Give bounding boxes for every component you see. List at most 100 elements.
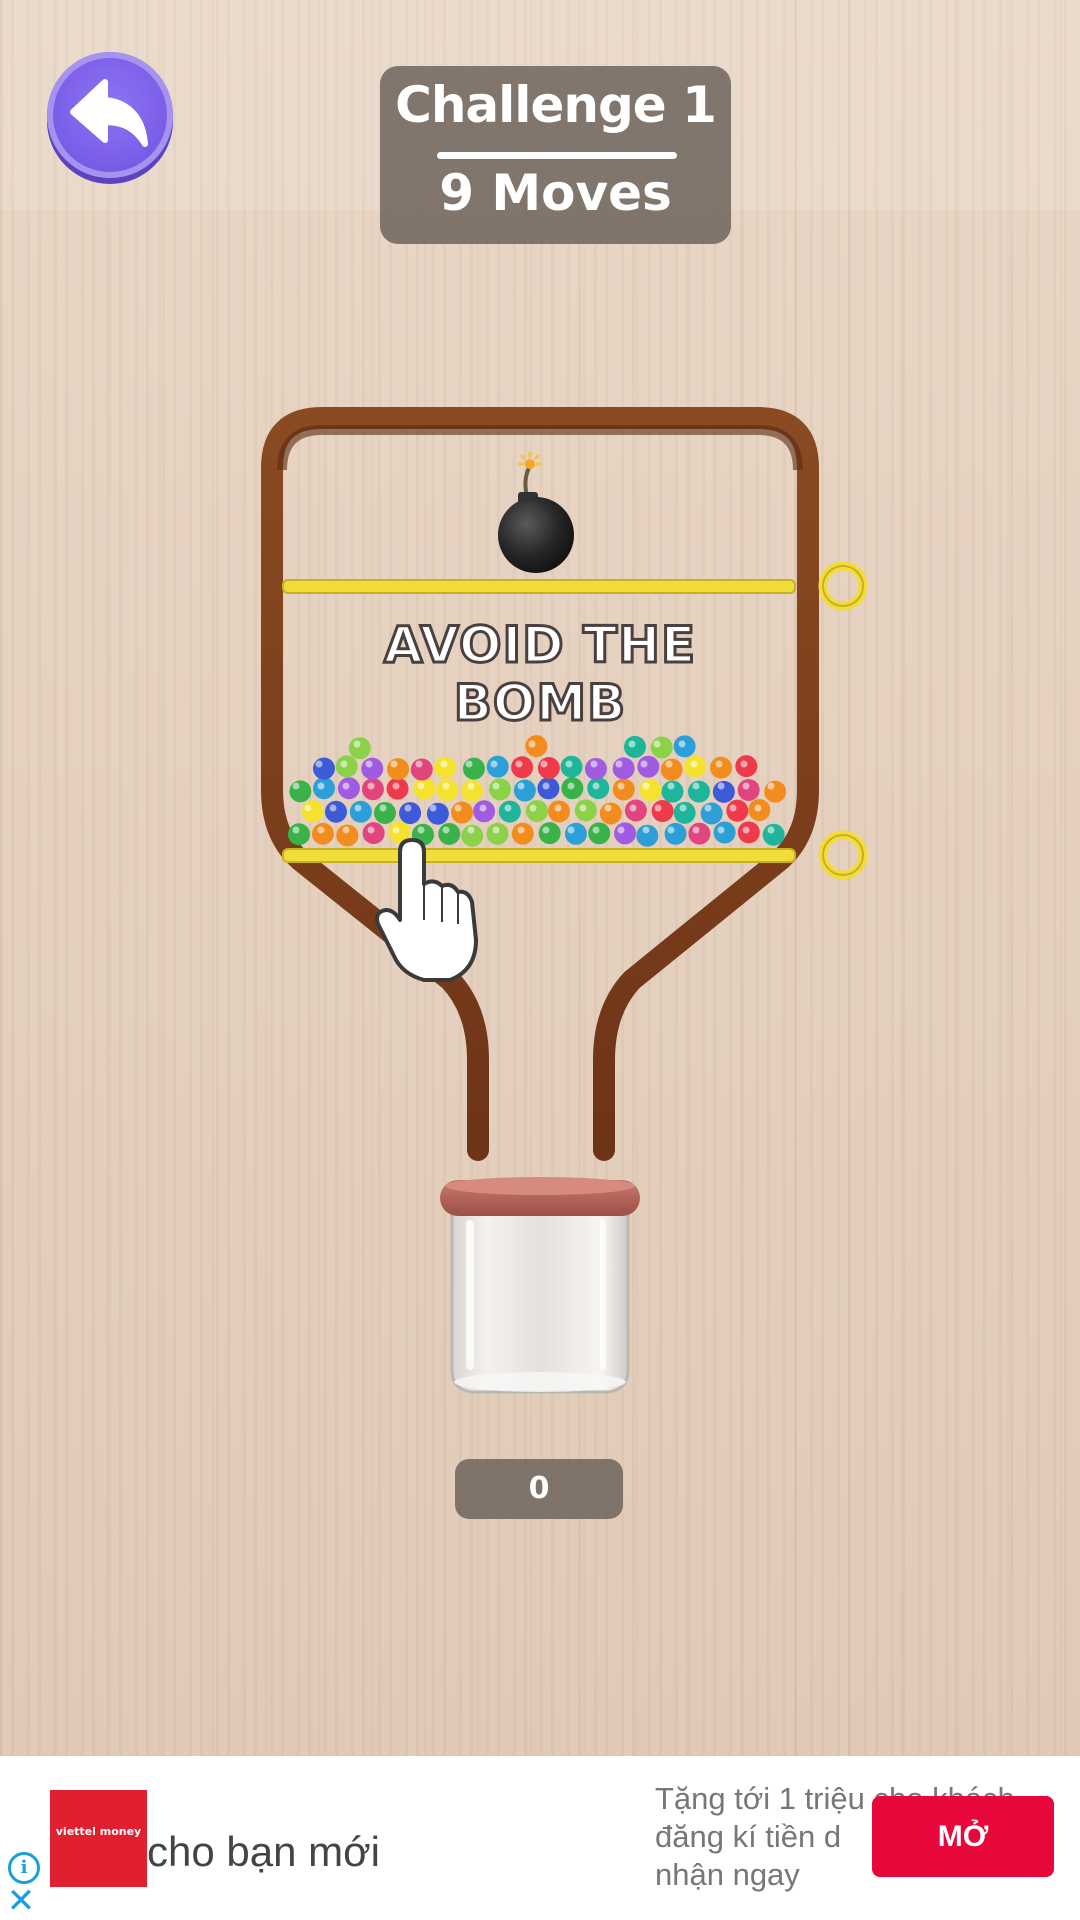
ball-highlight — [615, 760, 623, 768]
ball-highlight — [404, 804, 412, 812]
ball-highlight — [754, 804, 762, 812]
ball — [624, 799, 647, 822]
ball-highlight — [579, 804, 587, 812]
ball — [548, 800, 571, 823]
ball-highlight — [417, 782, 425, 790]
ball-highlight — [542, 782, 550, 790]
ball — [312, 757, 335, 780]
ball-highlight — [604, 804, 612, 812]
ball-highlight — [740, 760, 748, 768]
ball-highlight — [617, 782, 625, 790]
collection-jar — [440, 1177, 640, 1394]
ball — [511, 822, 534, 845]
ball-highlight — [628, 740, 636, 748]
ball-highlight — [442, 782, 450, 790]
ball-highlight — [517, 782, 525, 790]
ball-highlight — [329, 804, 337, 812]
ball-highlight — [454, 804, 462, 812]
ball — [537, 757, 560, 780]
ad-brand-logo: viettel money — [50, 1790, 147, 1887]
ball-highlight — [517, 826, 525, 834]
ball — [651, 800, 674, 823]
ball — [560, 755, 583, 778]
ball-highlight — [340, 760, 348, 768]
ball — [637, 755, 660, 778]
ball-highlight — [640, 760, 648, 768]
ball-highlight — [667, 826, 675, 834]
ball-highlight — [642, 826, 650, 834]
ball-highlight — [390, 760, 398, 768]
ball-highlight — [592, 826, 600, 834]
ball-highlight — [353, 740, 361, 748]
top-pin[interactable] — [282, 561, 868, 611]
ball — [348, 737, 371, 760]
ball-highlight — [354, 804, 362, 812]
ball — [639, 779, 662, 802]
ball — [450, 801, 473, 824]
ball — [612, 757, 635, 780]
ball — [511, 756, 534, 779]
ball-highlight — [629, 804, 637, 812]
ball-highlight — [415, 760, 423, 768]
ball-highlight — [304, 804, 312, 812]
ball — [700, 802, 723, 825]
ball — [599, 802, 622, 825]
ball — [538, 822, 561, 845]
ball-highlight — [490, 760, 498, 768]
ad-headline[interactable]: cho bạn mới — [147, 1828, 380, 1876]
ball-highlight — [392, 826, 400, 834]
ball — [361, 757, 384, 780]
ball — [498, 800, 521, 823]
ball — [650, 736, 673, 759]
ball — [710, 756, 733, 779]
ball — [525, 735, 548, 758]
ball — [713, 821, 736, 844]
hint-text: AVOID THE BOMB — [382, 615, 697, 734]
ball-highlight — [665, 760, 673, 768]
ball-highlight — [554, 804, 562, 812]
ad-open-button[interactable]: MỞ — [872, 1796, 1054, 1877]
ball — [289, 780, 312, 803]
ball — [525, 800, 548, 823]
ball-highlight — [542, 826, 550, 834]
ball-highlight — [567, 826, 575, 834]
ball — [623, 735, 646, 758]
ball — [337, 777, 360, 800]
ad-brand-logo-text: viettel money — [55, 1825, 142, 1838]
ball — [301, 800, 324, 823]
ball — [588, 822, 611, 845]
ball — [486, 755, 509, 778]
ball-highlight — [367, 826, 375, 834]
close-icon[interactable]: ✕ — [6, 1884, 36, 1918]
ball — [312, 777, 335, 800]
ball-highlight — [465, 760, 473, 768]
ball-highlight — [590, 760, 598, 768]
info-icon[interactable]: i — [8, 1852, 40, 1884]
ball-highlight — [342, 782, 350, 790]
ball — [434, 756, 457, 779]
ball — [438, 822, 461, 845]
ball — [335, 755, 358, 778]
ball — [410, 758, 433, 781]
ball-highlight — [692, 826, 700, 834]
ball-highlight — [317, 826, 325, 834]
ball-highlight — [365, 760, 373, 768]
ball-highlight — [479, 804, 487, 812]
ball-highlight — [315, 760, 323, 768]
ball-highlight — [429, 804, 437, 812]
ball-highlight — [667, 782, 675, 790]
ball-highlight — [653, 740, 661, 748]
ball — [349, 800, 372, 823]
ball-highlight — [367, 782, 375, 790]
ball — [564, 822, 587, 845]
ball-highlight — [565, 760, 573, 768]
bomb-icon — [498, 452, 574, 573]
ball-highlight — [654, 804, 662, 812]
ball-highlight — [467, 826, 475, 834]
ball — [574, 799, 597, 822]
ball — [387, 758, 410, 781]
ball-highlight — [392, 782, 400, 790]
ball-highlight — [529, 804, 537, 812]
ball-highlight — [467, 782, 475, 790]
ad-banner[interactable]: viettel money cho bạn mới Tặng tới 1 tri… — [0, 1756, 1080, 1920]
